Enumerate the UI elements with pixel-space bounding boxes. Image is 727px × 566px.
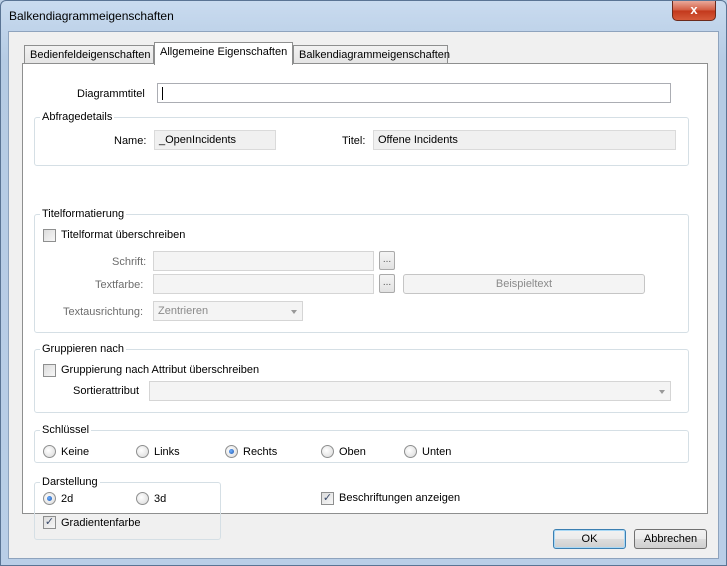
query-title-label: Titel:: [342, 135, 366, 147]
dialog-client-area: Bedienfeldeigenschaften Allgemeine Eigen…: [8, 31, 719, 559]
gradient-color-label: Gradientenfarbe: [61, 517, 141, 529]
text-alignment-select[interactable]: Zentrieren: [153, 301, 303, 321]
chevron-down-icon: [291, 310, 297, 314]
sort-attribute-label: Sortierattribut: [73, 385, 140, 397]
dialog-window: Balkendiagrammeigenschaften x Bedienfeld…: [0, 0, 727, 566]
chart-title-input[interactable]: [157, 83, 671, 103]
font-field[interactable]: [153, 251, 374, 271]
legend-left-radio[interactable]: [136, 445, 149, 458]
cancel-button[interactable]: Abbrechen: [634, 529, 707, 549]
display-3d-label: 3d: [154, 493, 167, 505]
query-title-field[interactable]: Offene Incidents: [373, 130, 676, 150]
display-group: [34, 482, 221, 540]
group-by-legend: Gruppieren nach: [40, 343, 126, 356]
general-properties-panel: Diagrammtitel Abfragedetails Name: _Open…: [22, 63, 708, 540]
legend-top-radio[interactable]: [321, 445, 334, 458]
font-label: Schrift:: [112, 256, 147, 268]
text-color-field[interactable]: [153, 274, 374, 294]
title-format-legend: Titelformatierung: [40, 208, 127, 221]
radio-selected-dot: [47, 496, 52, 501]
font-browse-button[interactable]: ...: [379, 251, 395, 270]
close-button[interactable]: x: [672, 1, 716, 21]
override-grouping-label: Gruppierung nach Attribut überschreiben: [61, 364, 260, 376]
window-title: Balkendiagrammeigenschaften: [9, 9, 174, 23]
query-name-field[interactable]: _OpenIncidents: [154, 130, 276, 150]
text-color-label: Textfarbe:: [95, 279, 144, 291]
text-alignment-value: Zentrieren: [158, 305, 209, 317]
legend-left-label: Links: [154, 446, 180, 458]
legend-bottom-label: Unten: [422, 446, 452, 458]
override-title-format-label: Titelformat überschreiben: [61, 229, 186, 241]
legend-none-radio[interactable]: [43, 445, 56, 458]
query-name-label: Name:: [114, 135, 147, 147]
tab-panel-properties[interactable]: Bedienfeldeigenschaften: [24, 45, 154, 65]
legend-right-radio[interactable]: [225, 445, 238, 458]
show-labels-label: Beschriftungen anzeigen: [339, 492, 461, 504]
chevron-down-icon: [659, 390, 665, 394]
legend-bottom-radio[interactable]: [404, 445, 417, 458]
gradient-color-checkbox[interactable]: ✓: [43, 516, 56, 529]
legend-right-label: Rechts: [243, 446, 278, 458]
chart-title-label: Diagrammtitel: [77, 88, 145, 100]
radio-selected-dot: [229, 449, 234, 454]
close-icon: x: [690, 2, 698, 17]
sort-attribute-select[interactable]: [149, 381, 671, 401]
text-color-browse-button[interactable]: ...: [379, 274, 395, 293]
display-2d-radio[interactable]: [43, 492, 56, 505]
query-details-legend: Abfragedetails: [40, 111, 115, 124]
tab-bar-chart-properties[interactable]: Balkendiagrammeigenschaften: [293, 45, 450, 65]
text-alignment-label: Textausrichtung:: [63, 306, 144, 318]
display-2d-label: 2d: [61, 493, 74, 505]
legend-position-legend: Schlüssel: [40, 424, 92, 437]
legend-none-label: Keine: [61, 446, 90, 458]
text-cursor: [162, 87, 163, 100]
ok-button[interactable]: OK: [553, 529, 626, 549]
override-title-format-checkbox[interactable]: [43, 229, 56, 242]
show-labels-checkbox[interactable]: ✓: [321, 492, 334, 505]
override-grouping-checkbox[interactable]: [43, 364, 56, 377]
display-legend: Darstellung: [40, 476, 100, 489]
tab-general-properties[interactable]: Allgemeine Eigenschaften: [154, 42, 293, 65]
display-3d-radio[interactable]: [136, 492, 149, 505]
title-bar[interactable]: Balkendiagrammeigenschaften x: [1, 1, 726, 31]
legend-top-label: Oben: [339, 446, 366, 458]
sample-text-button[interactable]: Beispieltext: [403, 274, 645, 294]
